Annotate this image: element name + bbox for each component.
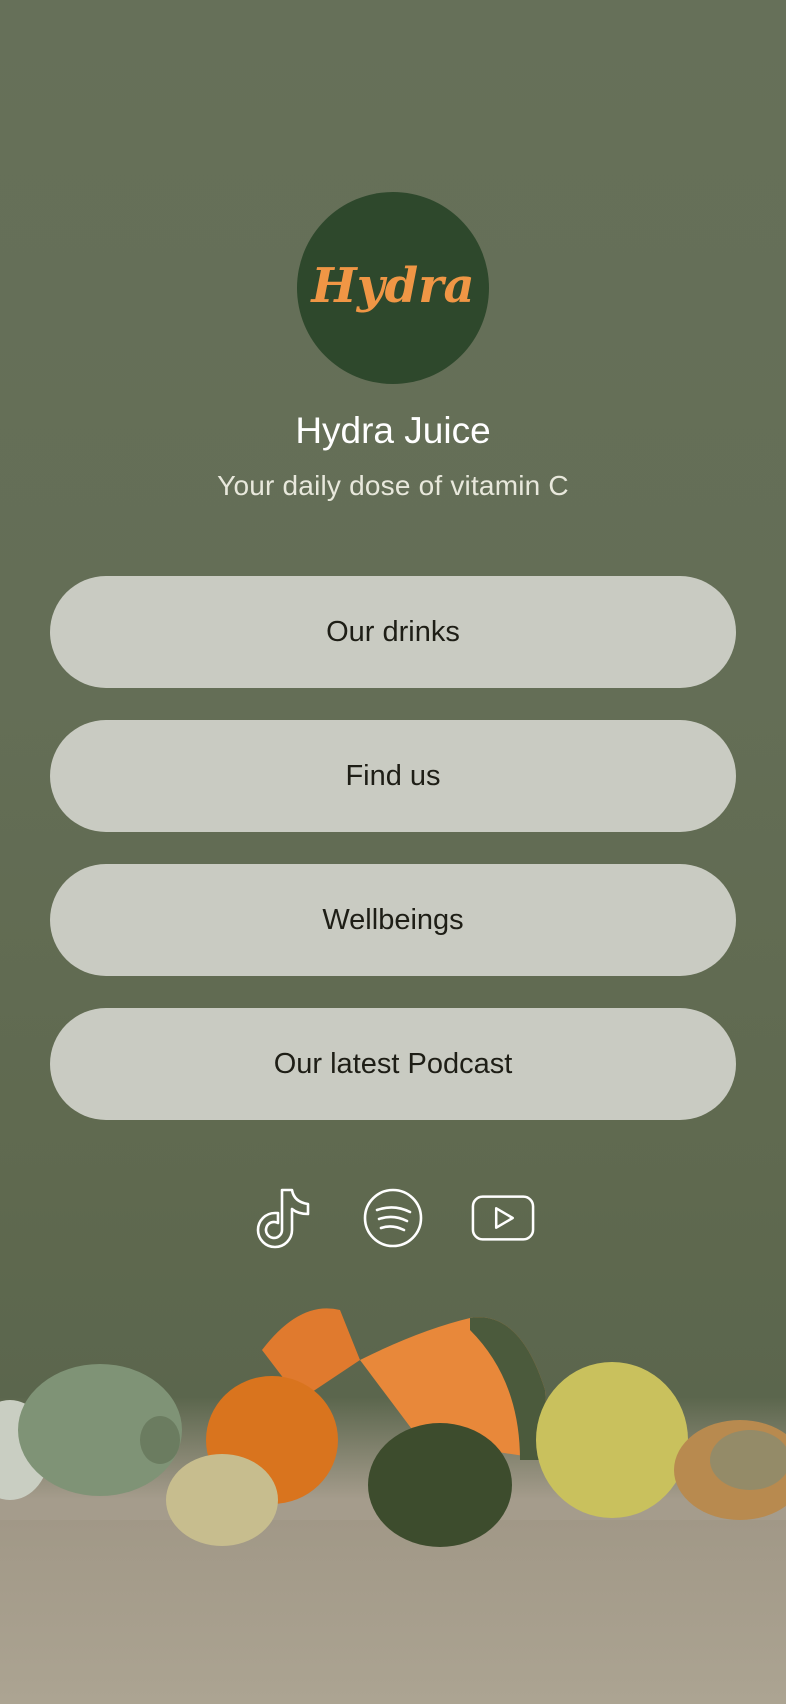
logo-text: Hydra <box>311 258 475 314</box>
fruit-background-image <box>0 1308 786 1547</box>
youtube-icon <box>471 1195 535 1241</box>
link-button-wellbeings[interactable]: Wellbeings <box>50 864 736 976</box>
tiktok-link[interactable] <box>251 1186 315 1250</box>
link-button-find-us[interactable]: Find us <box>50 720 736 832</box>
profile-tagline: Your daily dose of vitamin C <box>217 470 569 501</box>
spotify-icon <box>363 1188 423 1248</box>
spotify-link[interactable] <box>361 1186 425 1250</box>
link-list: Our drinks Find us Wellbeings Our latest… <box>50 576 736 1152</box>
youtube-link[interactable] <box>471 1186 535 1250</box>
social-links <box>0 1186 786 1250</box>
profile-name: Hydra Juice <box>295 410 491 451</box>
link-button-our-drinks[interactable]: Our drinks <box>50 576 736 688</box>
profile-avatar: Hydra <box>297 192 489 384</box>
link-button-podcast[interactable]: Our latest Podcast <box>50 1008 736 1120</box>
tiktok-icon <box>256 1188 310 1249</box>
